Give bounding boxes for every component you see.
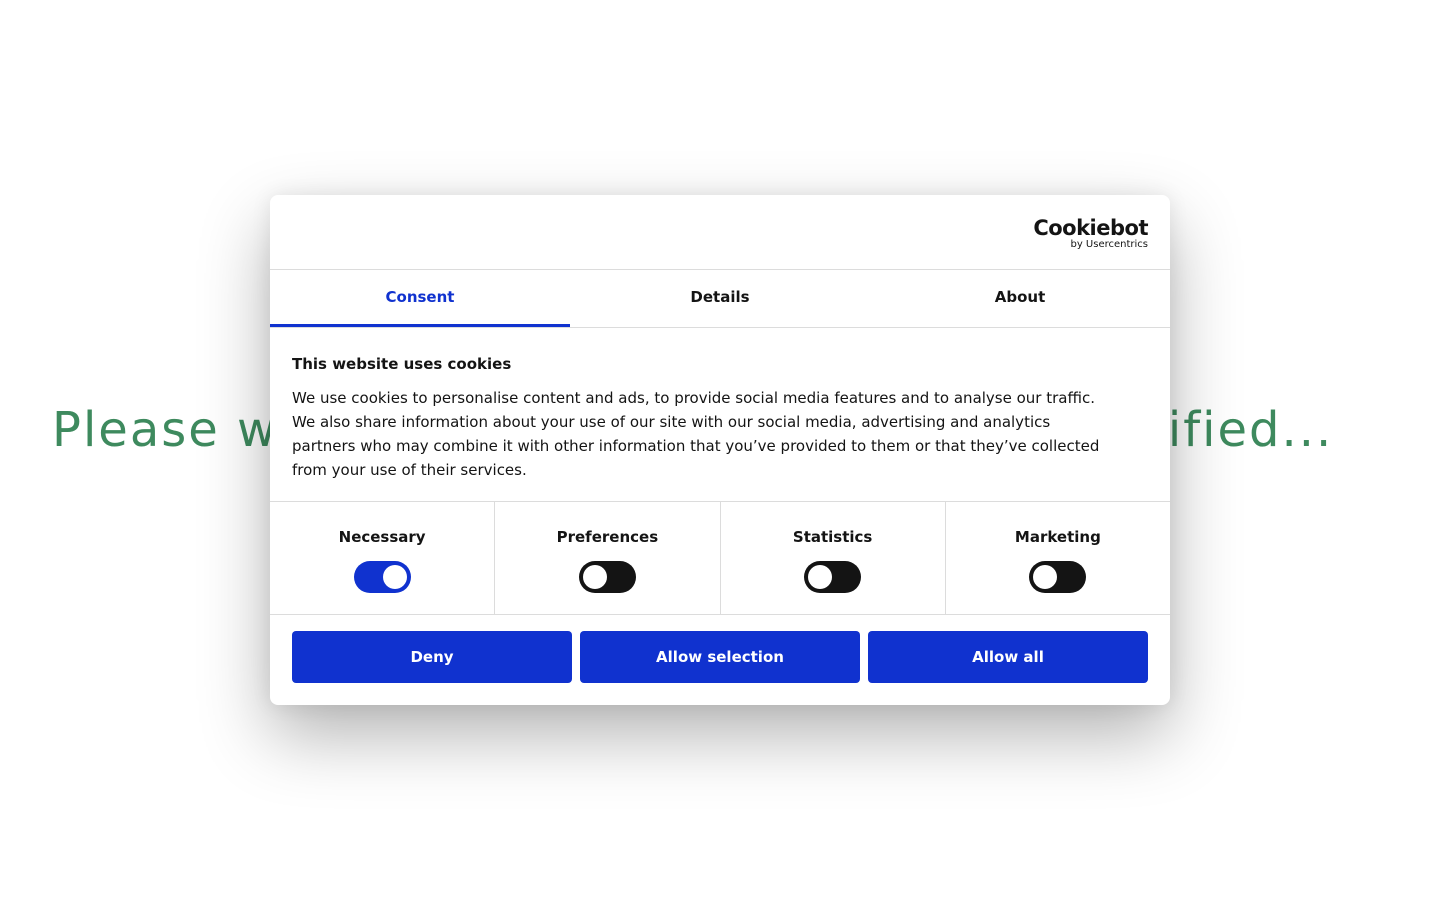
- toggle-cell-statistics: Statistics: [721, 502, 946, 614]
- necessary-switch[interactable]: [353, 561, 411, 593]
- toggle-label-preferences: Preferences: [556, 528, 659, 546]
- deny-button[interactable]: Deny: [292, 631, 572, 683]
- toggle-cell-preferences: Preferences: [495, 502, 721, 614]
- toggle-cell-necessary: Necessary: [270, 502, 496, 614]
- brand-sub: by Usercentrics: [1070, 239, 1148, 250]
- dialog-header: Cookiebot by Usercentrics: [270, 195, 1170, 270]
- tab-consent[interactable]: Consent: [270, 270, 570, 327]
- switch-knob: [382, 565, 407, 589]
- toggle-label-marketing: Marketing: [1014, 528, 1101, 546]
- switch-knob: [808, 565, 833, 589]
- allow-selection-button[interactable]: Allow selection: [580, 631, 860, 683]
- tab-details[interactable]: Details: [570, 270, 870, 327]
- consent-description: We use cookies to personalise content an…: [292, 389, 1100, 479]
- switch-knob: [1033, 565, 1058, 589]
- cookiebot-logo: Cookiebot by Usercentrics: [1033, 217, 1148, 251]
- tab-bar: Consent Details About: [270, 270, 1170, 328]
- toggle-label-statistics: Statistics: [792, 528, 873, 546]
- statistics-switch[interactable]: [804, 561, 862, 593]
- button-row: Deny Allow selection Allow all: [270, 615, 1170, 683]
- consent-body: This website uses cookies We use cookies…: [270, 328, 1170, 502]
- allow-all-button[interactable]: Allow all: [868, 631, 1148, 683]
- tab-about[interactable]: About: [870, 270, 1170, 327]
- marketing-switch[interactable]: [1029, 561, 1087, 593]
- cookie-consent-dialog: Cookiebot by Usercentrics Consent Detail…: [270, 195, 1170, 705]
- switch-knob: [582, 565, 607, 589]
- toggle-label-necessary: Necessary: [338, 528, 426, 546]
- preferences-switch[interactable]: [578, 561, 636, 593]
- consent-title: This website uses cookies: [292, 355, 512, 373]
- toggle-cell-marketing: Marketing: [946, 502, 1170, 614]
- consent-toggles: Necessary Preferences Statistics Marketi…: [270, 502, 1170, 615]
- brand-name: Cookiebot: [1033, 216, 1148, 240]
- page: Please wait while your request is being …: [0, 0, 1440, 900]
